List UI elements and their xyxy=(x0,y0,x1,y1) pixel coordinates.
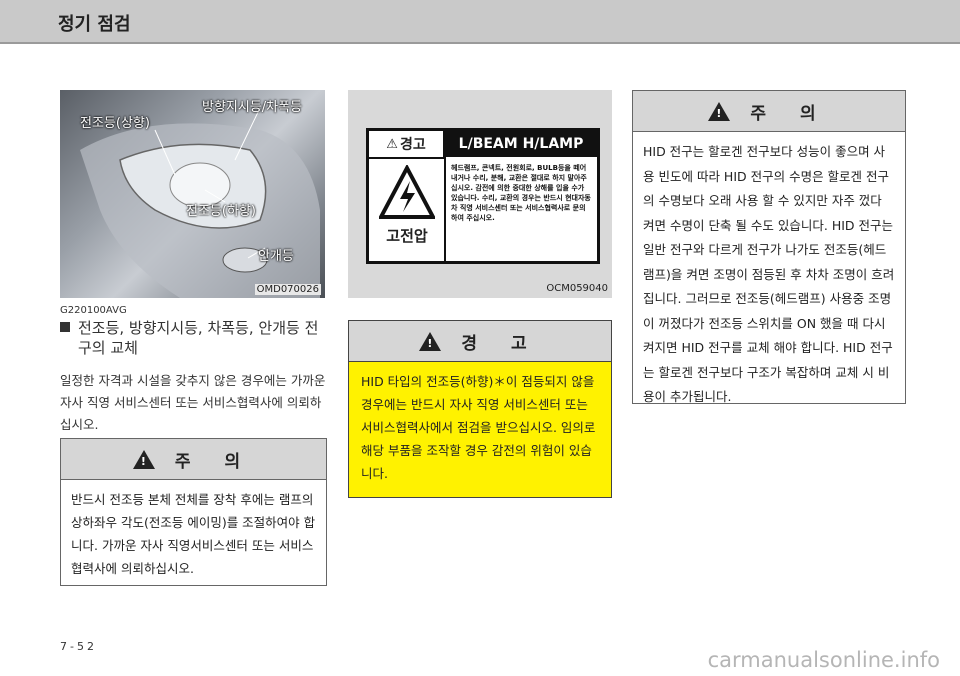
callout-headlamp-low: 전조등(하향) xyxy=(186,204,256,219)
hid-warning-label-photo: ⚠ 경고 L/BEAM H/LAMP 고전압 헤드램프, 콘넥트, 전원회로, … xyxy=(348,90,612,298)
photo-code: OMD070026 xyxy=(254,284,321,295)
warning-body-middle: HID 타입의 전조등(하향)＊이 점등되지 않을 경우에는 반드시 자사 직영… xyxy=(361,374,596,481)
page-header: 정기 점검 xyxy=(0,0,960,42)
caution-box-right: ! 주 의 HID 전구는 할로겐 전구보다 성능이 좋으며 사용 빈도에 따라… xyxy=(632,90,906,404)
label-body-text: 헤드램프, 콘넥트, 전원회로, BULB등을 떼어내거나 수리, 분해, 교환… xyxy=(451,164,591,222)
caution-title-left: ! 주 의 xyxy=(61,439,326,480)
caution-body-right: HID 전구는 할로겐 전구보다 성능이 좋으며 사용 빈도에 따라 HID 전… xyxy=(643,144,895,404)
page-number: 7-52 xyxy=(60,640,97,653)
warning-mid-title-text: 경 고 xyxy=(461,333,541,354)
headlamp-photo: 전조등(상향) 방향지시등/차폭등 전조등(하향) 안개등 OMD070026 xyxy=(60,90,325,298)
caution-box-left: ! 주 의 반드시 전조등 본체 전체를 장착 후에는 램프의 상하좌우 각도(… xyxy=(60,438,327,586)
watermark: carmanualsonline.info xyxy=(707,648,940,672)
section-body: 일정한 자격과 시설을 갖추지 않은 경우에는 가까운 자사 직영 서비스센터 … xyxy=(60,373,326,432)
callout-headlamp-high: 전조등(상향) xyxy=(80,116,150,131)
caution-title-right: ! 주 의 xyxy=(633,91,905,132)
warning-title-middle: ! 경 고 xyxy=(349,321,611,362)
warning-triangle-icon: ! xyxy=(419,331,442,351)
callout-turn-signal: 방향지시등/차폭등 xyxy=(202,100,303,115)
label-head-left: ⚠ 경고 xyxy=(369,131,445,159)
hid-warning-label: ⚠ 경고 L/BEAM H/LAMP 고전압 헤드램프, 콘넥트, 전원회로, … xyxy=(366,128,600,264)
label-head-right: L/BEAM H/LAMP xyxy=(445,131,597,157)
caution-left-title-text: 주 의 xyxy=(174,451,255,472)
callout-fog-lamp: 안개등 xyxy=(258,249,294,264)
warning-box-middle: ! 경 고 HID 타입의 전조등(하향)＊이 점등되지 않을 경우에는 반드시… xyxy=(348,320,612,498)
caution-body-left: 반드시 전조등 본체 전체를 장착 후에는 램프의 상하좌우 각도(전조등 에이… xyxy=(71,492,316,576)
section-title: 전조등, 방향지시등, 차폭등, 안개등 전 구의 교체 xyxy=(60,318,330,358)
header-divider xyxy=(0,42,960,44)
label-triangle-icon: ⚠ xyxy=(386,136,398,152)
section-title-line1: 전조등, 방향지시등, 차폭등, 안개등 전 xyxy=(78,319,319,337)
label-head-left-text: 경고 xyxy=(399,137,426,153)
section-title-line2: 구의 교체 xyxy=(78,339,138,357)
header-title: 정기 점검 xyxy=(58,14,131,35)
high-voltage-icon xyxy=(379,165,435,219)
label-danger-text: 고전압 xyxy=(386,227,428,245)
bullet-square-icon xyxy=(60,322,70,332)
section-code: G220100AVG xyxy=(60,305,127,316)
label-panel-code: OCM059040 xyxy=(546,283,608,294)
warning-triangle-icon: ! xyxy=(132,449,155,469)
caution-right-title-text: 주 의 xyxy=(750,103,830,124)
warning-triangle-icon: ! xyxy=(708,101,731,121)
